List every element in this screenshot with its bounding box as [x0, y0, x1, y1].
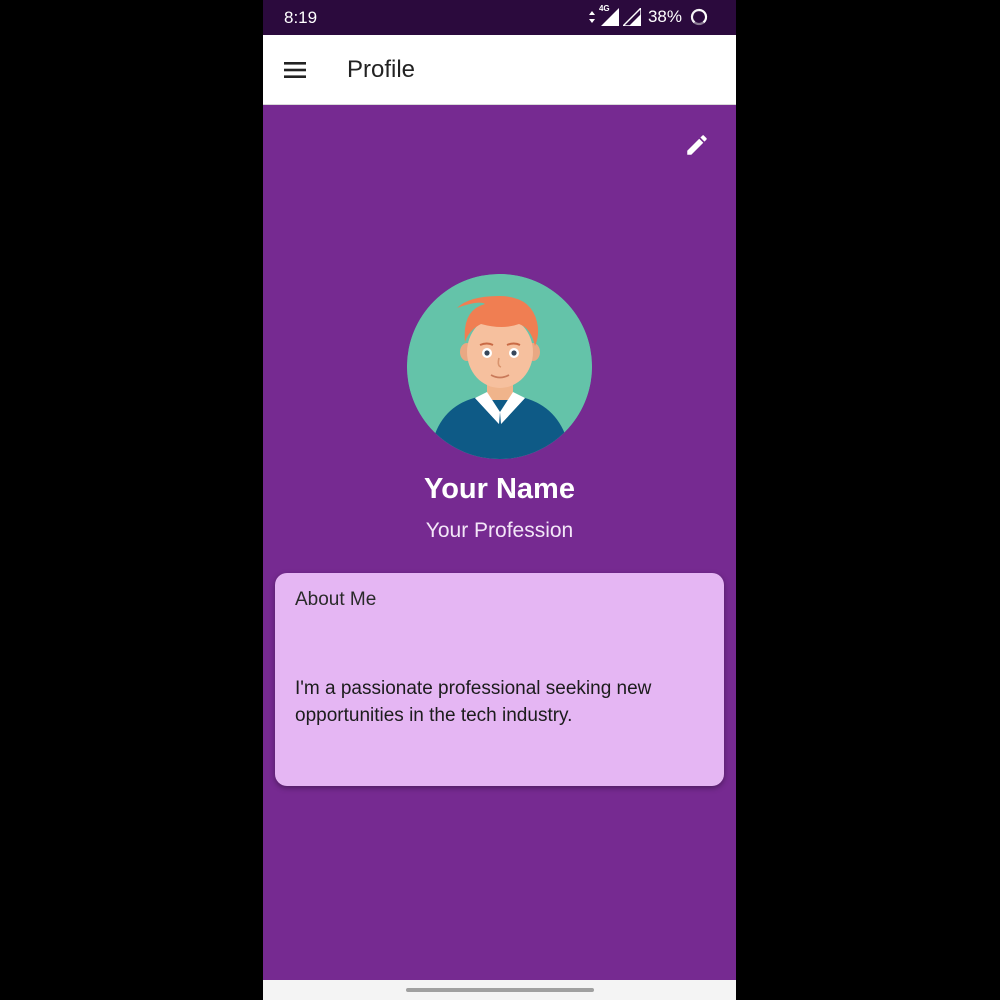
- app-bar: Profile: [263, 35, 736, 105]
- about-me-card: About Me I'm a passionate professional s…: [275, 573, 724, 786]
- cell-signal-icon: [622, 8, 641, 26]
- profile-name: Your Name: [424, 473, 575, 505]
- status-time: 8:19: [284, 8, 318, 27]
- avatar-illustration: [407, 274, 592, 459]
- avatar[interactable]: [407, 274, 592, 459]
- data-arrows-icon: [588, 11, 595, 23]
- profile-profession: Your Profession: [425, 519, 574, 542]
- hamburger-menu-icon: [284, 62, 306, 78]
- battery-percent: 38%: [647, 7, 682, 26]
- home-gesture-handle[interactable]: [406, 988, 594, 992]
- about-me-text: I'm a passionate professional seeking ne…: [295, 678, 652, 726]
- battery-ring-icon: [690, 8, 708, 26]
- edit-profile-button[interactable]: [680, 128, 714, 162]
- cell-signal-4g-icon: 4G: [599, 4, 619, 26]
- status-icons: 4G 38%: [588, 4, 708, 27]
- about-me-title: About Me: [295, 589, 377, 610]
- status-bar: 8:19 4G 38%: [263, 0, 736, 35]
- page-title: Profile: [347, 56, 416, 83]
- menu-button[interactable]: [277, 53, 313, 87]
- phone-screen: 8:19 4G 38% Profile Your Name Your Profe…: [263, 0, 736, 1000]
- pencil-icon: [687, 135, 707, 155]
- gesture-nav-bar: [263, 980, 736, 1000]
